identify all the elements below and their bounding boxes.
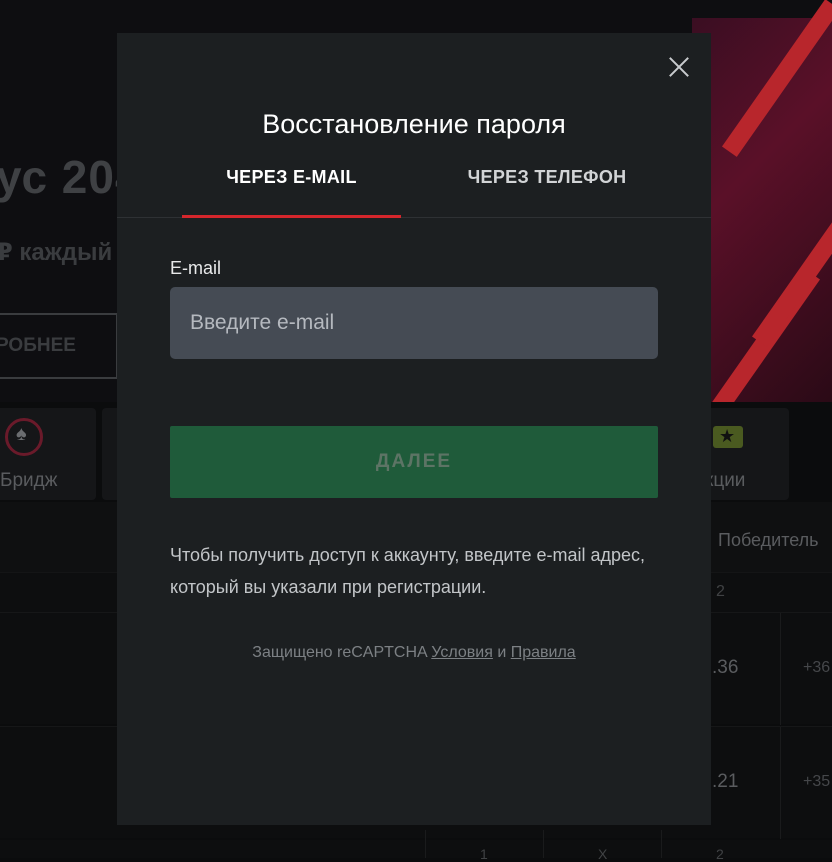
password-recovery-modal: Восстановление пароля ЧЕРЕЗ E-MAIL ЧЕРЕЗ… [117,33,711,825]
column-2: 2 [716,846,724,862]
category-label: Бридж [0,470,58,491]
tab-phone[interactable]: ЧЕРЕЗ ТЕЛЕФОН [437,167,657,217]
spade-icon [5,418,43,456]
recaptcha-rules-link[interactable]: Правила [511,644,576,661]
category-bridge[interactable]: Бридж [0,408,96,500]
odds-value[interactable]: .21 [712,771,738,793]
hint-text: Чтобы получить доступ к аккаунту, введит… [170,545,646,597]
more-markets[interactable]: +35 [803,773,830,791]
category-label: кции [705,470,746,491]
banner-stripe [752,189,832,347]
column-1: 1 [480,846,488,862]
modal-title: Восстановление пароля [262,109,566,139]
email-field[interactable] [170,287,658,359]
more-markets[interactable]: +36 [803,659,830,677]
recaptcha-and: и [497,644,507,661]
column-x: X [598,846,608,862]
category-promotions[interactable]: кции [705,408,789,500]
star-icon [713,426,743,448]
banner-more-button[interactable]: РОБНЕЕ [0,313,118,379]
column-2: 2 [716,583,725,600]
cell-divider [780,613,781,725]
recovery-tabs: ЧЕРЕЗ E-MAIL ЧЕРЕЗ ТЕЛЕФОН [117,153,711,218]
banner-stripe [722,0,832,157]
recaptcha-terms-link[interactable]: Условия [431,644,493,661]
banner-subtitle: ₽ каждый [0,239,113,266]
banner-more-label: РОБНЕЕ [0,335,76,356]
banner-image [692,0,832,402]
next-button[interactable]: ДАЛЕЕ [170,426,658,498]
cell-divider [543,830,544,858]
email-label: E-mail [170,258,222,278]
cell-divider [780,727,781,839]
cell-divider [425,830,426,858]
close-icon[interactable] [665,53,693,81]
cell-divider [661,830,662,858]
recaptcha-notice: Защищено reCAPTCHA Условия и Правила [117,644,711,662]
recaptcha-prefix: Защищено reCAPTCHA [252,644,427,661]
table-footer: 1 X 2 [0,840,832,862]
odds-value[interactable]: .36 [712,657,738,679]
tab-email[interactable]: ЧЕРЕЗ E-MAIL [182,167,401,218]
column-winner: Победитель [718,530,819,550]
